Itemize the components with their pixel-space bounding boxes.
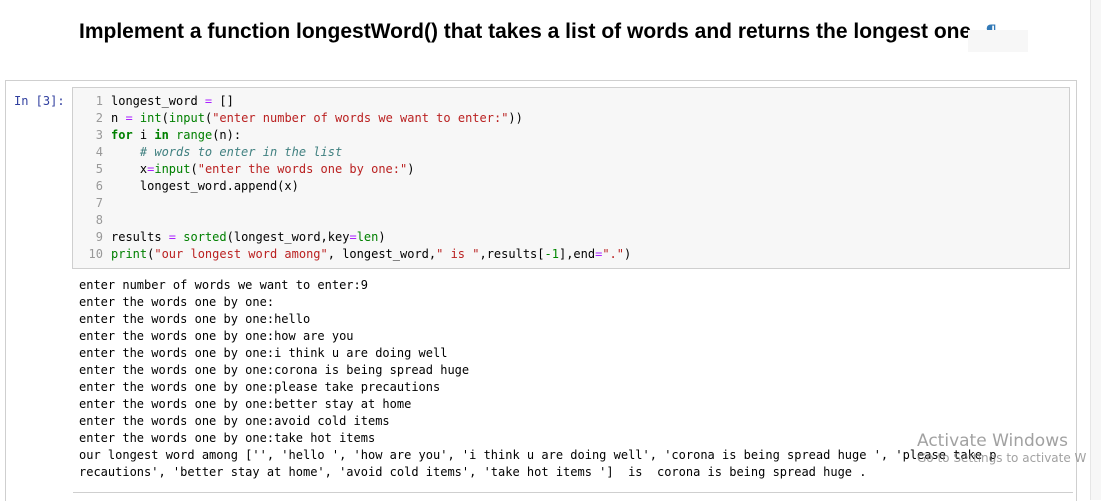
activate-windows-watermark: Activate Windows Go to Settings to activ…	[917, 431, 1086, 465]
output-line: enter the words one by one:please take p…	[79, 380, 441, 394]
code-line: 8	[95, 213, 103, 227]
code-line: 6 longest_word.append(x)	[95, 179, 299, 193]
output-line: our longest word among ['', 'hello ', 'h…	[79, 448, 997, 462]
output-line: enter number of words we want to enter:9	[79, 278, 368, 292]
divider	[73, 492, 1073, 493]
heading-highlight	[968, 30, 1028, 52]
code-line: 4 # words to enter in the list	[95, 145, 343, 159]
output-line: enter the words one by one:i think u are…	[79, 346, 448, 360]
code-line: 1 longest_word = []	[95, 94, 234, 108]
heading-text: Implement a function longestWord() that …	[79, 20, 972, 43]
scrollbar-track[interactable]	[1090, 0, 1101, 500]
input-prompt: In [3]:	[14, 94, 65, 108]
output-line: enter the words one by one:	[79, 295, 275, 309]
output-line: enter the words one by one:better stay a…	[79, 397, 412, 411]
code-line: 3 for i in range(n):	[95, 128, 242, 142]
watermark-title: Activate Windows	[917, 431, 1068, 451]
code-editor[interactable]: 1 longest_word = [] 2n = int(input("enter…	[72, 87, 1070, 269]
code-line: 9 results = sorted(longest_word,key=len)	[95, 230, 386, 244]
output-line: recautions', 'better stay at home', 'avo…	[79, 465, 867, 479]
output-line: enter the words one by one:take hot item…	[79, 431, 376, 445]
output-line: enter the words one by one:corona is bei…	[79, 363, 470, 377]
markdown-heading: Implement a function longestWord() that …	[79, 20, 999, 44]
code-line: 2n = int(input("enter number of words we…	[95, 111, 523, 125]
code-line: 7	[95, 196, 103, 210]
output-line: enter the words one by one:hello	[79, 312, 311, 326]
output-line: enter the words one by one:avoid cold it…	[79, 414, 390, 428]
watermark-subtitle: Go to Settings to activate W	[917, 451, 1087, 465]
code-line: 10 print("our longest word among", longes…	[88, 247, 632, 261]
output-line: enter the words one by one:how are you	[79, 329, 354, 343]
code-line: 5 x=input("enter the words one by one:")	[95, 162, 415, 176]
